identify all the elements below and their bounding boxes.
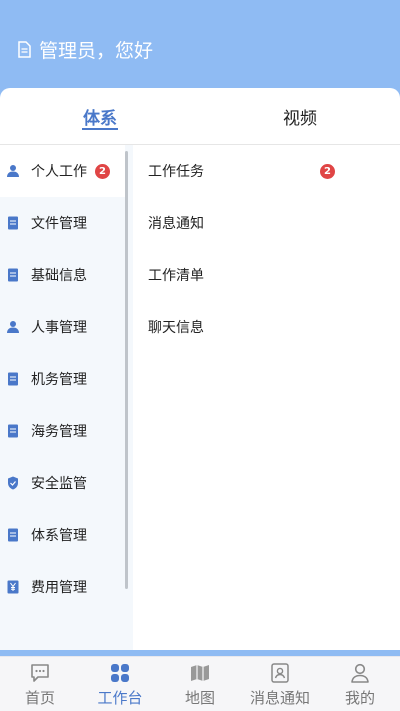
nav-label: 地图: [184, 689, 215, 707]
tab-bar: 体系 视频: [0, 88, 400, 145]
content-card: 体系 视频 个人工作 2 文件管理 基础信息 人事管理 机务管理 海务管理 安全…: [0, 88, 400, 650]
user-icon: [351, 663, 369, 683]
sidebar-item-hr[interactable]: 人事管理: [0, 301, 133, 353]
sidebar-item-engineering[interactable]: 机务管理: [0, 353, 133, 405]
greeting: 管理员，您好: [17, 36, 153, 63]
sidebar-item-label: 费用管理: [31, 580, 87, 596]
nav-label: 消息通知: [249, 689, 310, 707]
list-item-label: 工作清单: [148, 268, 204, 284]
grid-icon: [111, 664, 129, 682]
sidebar-item-basic-info[interactable]: 基础信息: [0, 249, 133, 301]
sidebar-item-system-management[interactable]: 体系管理: [0, 509, 133, 561]
list-item-notifications[interactable]: 消息通知: [148, 197, 400, 249]
sidebar-item-expenses[interactable]: 费用管理: [0, 561, 133, 613]
greeting-text: 管理员，您好: [39, 40, 154, 62]
category-sidebar: 个人工作 2 文件管理 基础信息 人事管理 机务管理 海务管理 安全监管 体系管…: [0, 145, 133, 650]
sidebar-item-marine[interactable]: 海务管理: [0, 405, 133, 457]
sidebar-item-label: 安全监管: [31, 476, 87, 492]
sidebar-item-label: 文件管理: [31, 216, 87, 232]
list-item-chat-info[interactable]: 聊天信息: [148, 301, 400, 353]
document-icon: [7, 216, 19, 230]
sidebar-item-label: 人事管理: [31, 320, 87, 336]
nav-notifications[interactable]: 消息通知: [240, 657, 320, 708]
nav-label: 我的: [344, 689, 375, 707]
submenu-list: 工作任务 2 消息通知 工作清单 聊天信息: [133, 145, 400, 650]
list-item-work-tasks[interactable]: 工作任务 2: [148, 145, 400, 197]
chat-bubble-icon: [31, 664, 49, 682]
tab-video[interactable]: 视频: [200, 88, 400, 144]
tab-system[interactable]: 体系: [0, 88, 200, 144]
document-icon: [7, 372, 19, 386]
count-badge: 2: [95, 163, 110, 179]
count-badge: 2: [320, 163, 335, 179]
sidebar-item-label: 体系管理: [31, 528, 87, 544]
document-icon: [7, 268, 19, 282]
sidebar-item-personal-work[interactable]: 个人工作 2: [0, 145, 125, 197]
nav-home[interactable]: 首页: [0, 657, 80, 708]
sidebar-item-safety[interactable]: 安全监管: [0, 457, 133, 509]
list-item-label: 工作任务: [148, 164, 204, 180]
sidebar-item-label: 机务管理: [31, 372, 87, 388]
list-item-work-list[interactable]: 工作清单: [148, 249, 400, 301]
nav-label: 工作台: [97, 689, 143, 707]
map-icon: [191, 665, 209, 681]
sidebar-item-label: 海务管理: [31, 424, 87, 440]
document-icon: [7, 528, 19, 542]
contact-card-icon: [271, 663, 289, 683]
sidebar-scrollbar[interactable]: [125, 151, 128, 589]
app-header: 管理员，您好: [0, 0, 400, 90]
nav-workbench[interactable]: 工作台: [80, 657, 160, 708]
sidebar-item-label: 个人工作: [31, 164, 87, 180]
yen-icon: [7, 580, 19, 594]
nav-map[interactable]: 地图: [160, 657, 240, 708]
shield-icon: [7, 476, 19, 490]
sidebar-item-label: 基础信息: [31, 268, 87, 284]
document-icon: [18, 41, 31, 58]
person-icon: [7, 164, 19, 178]
nav-label: 首页: [24, 689, 55, 707]
nav-profile[interactable]: 我的: [320, 657, 400, 708]
sidebar-item-file-management[interactable]: 文件管理: [0, 197, 133, 249]
list-item-label: 消息通知: [148, 216, 204, 232]
list-item-label: 聊天信息: [148, 320, 204, 336]
bottom-nav: 首页 工作台 地图 消息通知 我的: [0, 656, 400, 711]
person-icon: [7, 320, 19, 334]
document-icon: [7, 424, 19, 438]
